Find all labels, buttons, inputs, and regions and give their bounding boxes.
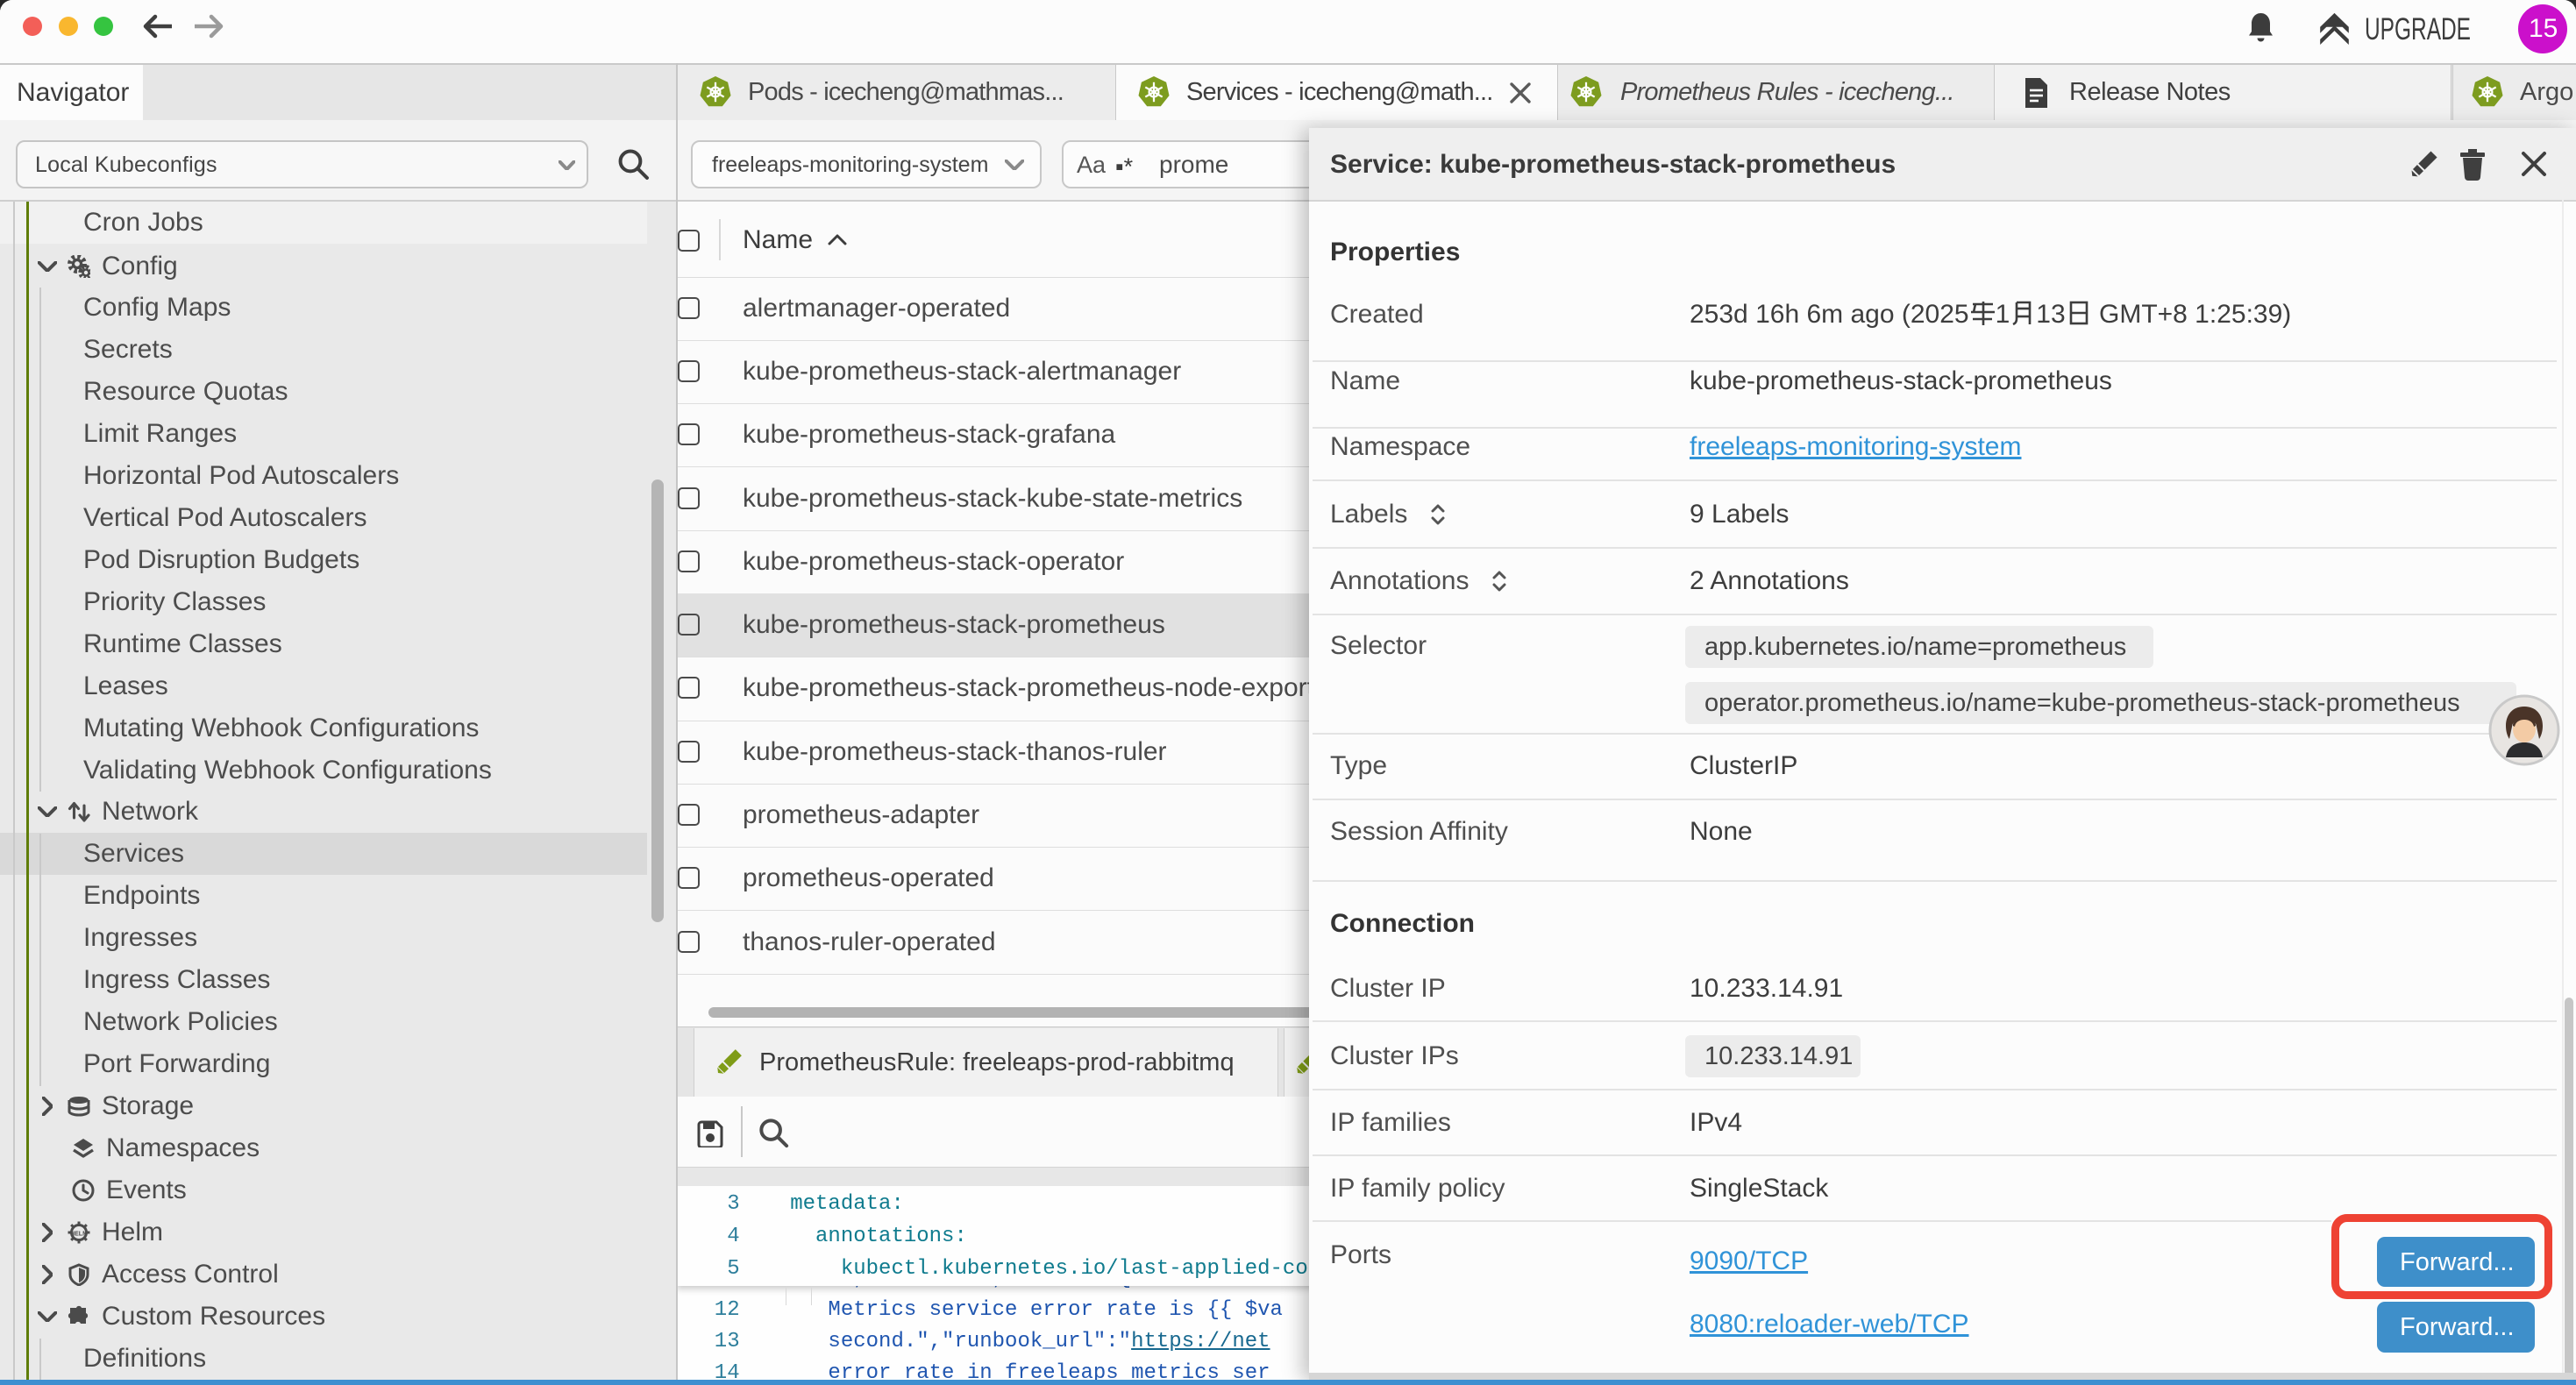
svg-text:HELM: HELM [70,1232,88,1238]
svg-text:UPGRADE: UPGRADE [2365,12,2471,46]
